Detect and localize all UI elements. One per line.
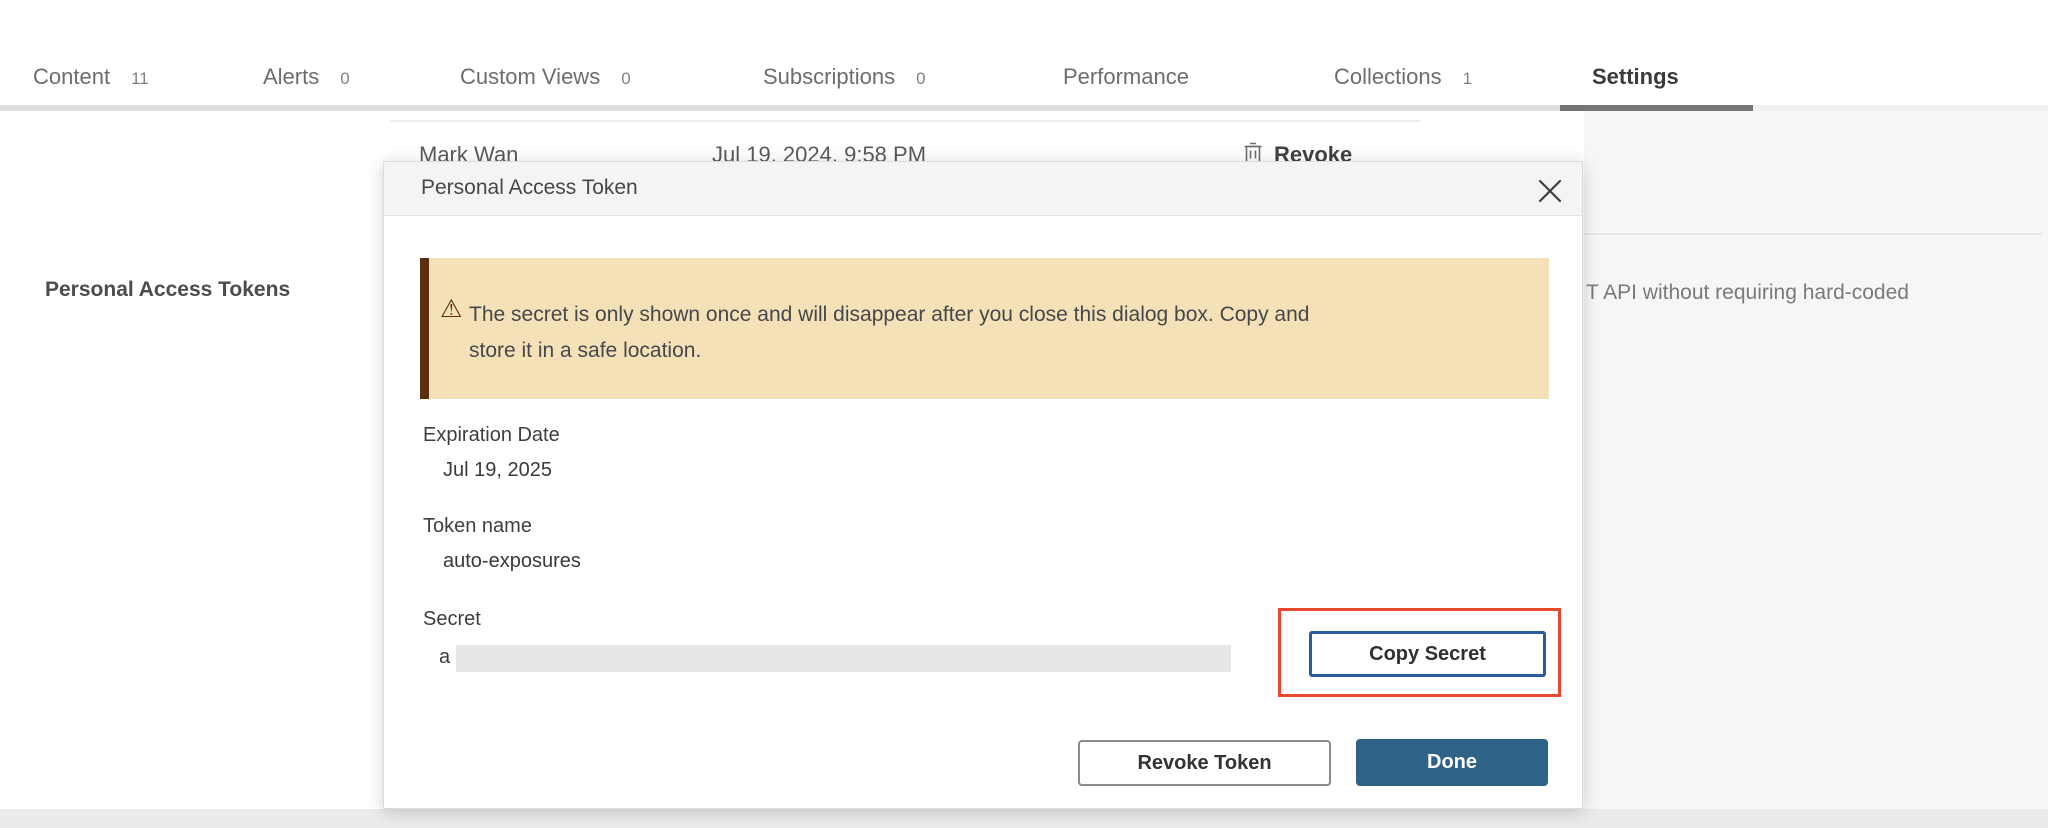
tab-label: Alerts bbox=[263, 64, 319, 90]
dialog-header: Personal Access Token bbox=[384, 162, 1582, 216]
warning-line-1: The secret is only shown once and will d… bbox=[469, 297, 1509, 333]
done-button[interactable]: Done bbox=[1356, 739, 1548, 786]
copy-secret-button[interactable]: Copy Secret bbox=[1309, 631, 1546, 677]
tab-count-badge: 11 bbox=[131, 69, 149, 89]
tab-label: Performance bbox=[1063, 64, 1189, 90]
expiration-date-value: Jul 19, 2025 bbox=[443, 459, 552, 482]
token-name-label: Token name bbox=[423, 515, 532, 538]
tab-label: Subscriptions bbox=[763, 64, 895, 90]
tab-label: Settings bbox=[1592, 64, 1679, 90]
close-icon[interactable] bbox=[1534, 175, 1566, 207]
tab-content[interactable]: Content 11 bbox=[33, 64, 149, 96]
right-description-panel: T API without requiring hard-coded bbox=[1584, 111, 2048, 809]
warning-message: The secret is only shown once and will d… bbox=[469, 297, 1509, 369]
section-divider bbox=[1584, 233, 2042, 235]
dialog-title: Personal Access Token bbox=[421, 176, 638, 200]
revoke-token-button[interactable]: Revoke Token bbox=[1078, 740, 1331, 786]
tab-label: Content bbox=[33, 64, 110, 90]
tab-count-badge: 1 bbox=[1463, 69, 1472, 89]
secret-value-visible: a bbox=[439, 646, 450, 669]
description-text-fragment: T API without requiring hard-coded bbox=[1586, 281, 1909, 305]
secret-redacted-bar bbox=[456, 645, 1231, 672]
section-label-personal-access-tokens: Personal Access Tokens bbox=[45, 278, 290, 302]
tab-subscriptions[interactable]: Subscriptions 0 bbox=[763, 64, 926, 96]
tabbar-divider bbox=[0, 105, 1560, 111]
tab-label: Collections bbox=[1334, 64, 1442, 90]
personal-access-token-dialog: Personal Access Token ⚠ The secret is on… bbox=[383, 161, 1583, 809]
tab-label: Custom Views bbox=[460, 64, 600, 90]
tab-count-badge: 0 bbox=[916, 69, 925, 89]
token-name-value: auto-exposures bbox=[443, 550, 581, 573]
tab-collections[interactable]: Collections 1 bbox=[1334, 64, 1472, 96]
table-row-divider bbox=[390, 120, 1420, 122]
tab-custom-views[interactable]: Custom Views 0 bbox=[460, 64, 631, 96]
warning-icon: ⚠ bbox=[440, 294, 462, 323]
warning-line-2: store it in a safe location. bbox=[469, 333, 1509, 369]
tab-performance[interactable]: Performance bbox=[1063, 64, 1189, 96]
tab-count-badge: 0 bbox=[340, 69, 349, 89]
tab-alerts[interactable]: Alerts 0 bbox=[263, 64, 350, 96]
warning-banner: ⚠ The secret is only shown once and will… bbox=[420, 258, 1549, 399]
page-bottom-background bbox=[0, 809, 2048, 828]
tab-count-badge: 0 bbox=[621, 69, 630, 89]
settings-page: Content 11 Alerts 0 Custom Views 0 Subsc… bbox=[0, 0, 2048, 828]
tab-settings[interactable]: Settings bbox=[1592, 64, 1679, 96]
expiration-date-label: Expiration Date bbox=[423, 424, 560, 447]
secret-label: Secret bbox=[423, 608, 481, 631]
